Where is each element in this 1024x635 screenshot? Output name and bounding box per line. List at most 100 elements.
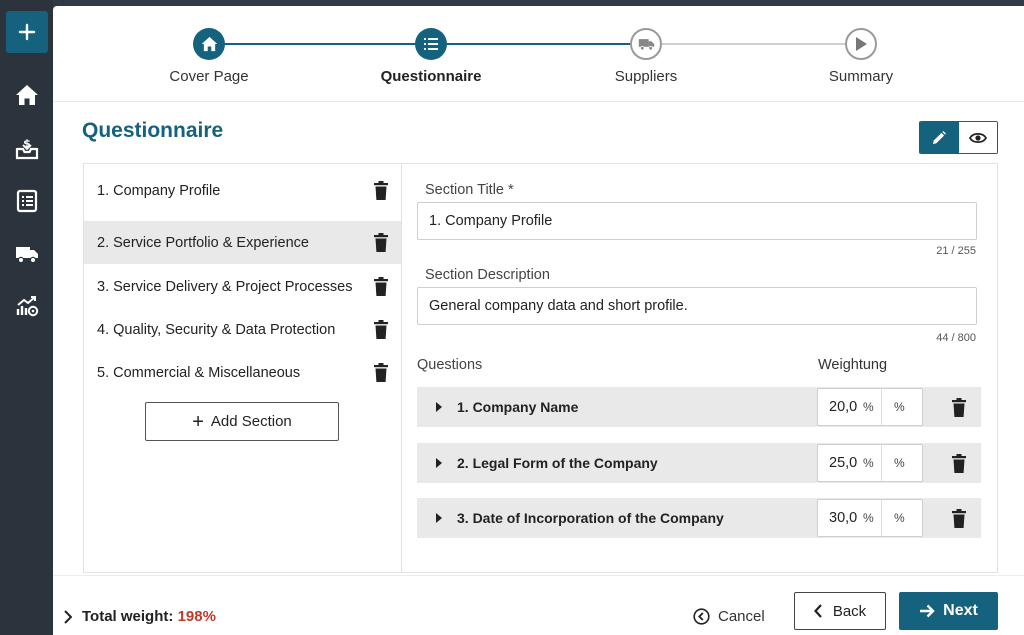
sidebar-item-questionnaires[interactable] — [14, 188, 40, 214]
section-label: 2. Service Portfolio & Experience — [97, 234, 309, 251]
question-row[interactable]: 2. Legal Form of the Company 25,0 % % — [417, 443, 981, 483]
eye-icon — [968, 132, 987, 143]
section-label: 5. Commercial & Miscellaneous — [97, 364, 301, 381]
section-description-label: Section Description — [425, 267, 550, 283]
trash-icon[interactable] — [373, 181, 389, 200]
trash-icon[interactable] — [951, 454, 967, 473]
section-label: 4. Quality, Security & Data Protection — [97, 321, 336, 338]
home-icon — [201, 36, 217, 52]
create-button[interactable] — [6, 11, 48, 53]
edit-mode-button[interactable] — [920, 122, 959, 153]
total-weight[interactable]: Total weight: 198% — [82, 608, 216, 625]
next-button[interactable]: Next — [899, 592, 998, 630]
step-label: Summary — [828, 68, 894, 85]
step-circle — [630, 28, 662, 60]
view-mode-toggle — [919, 121, 998, 154]
arrow-right-icon — [919, 604, 935, 618]
chevron-right-icon[interactable] — [63, 610, 72, 624]
section-item[interactable]: 2. Service Portfolio & Experience — [84, 221, 401, 264]
divider — [881, 389, 882, 425]
wizard-stepper: Cover Page Questionnaire Suppliers Summa… — [53, 6, 1024, 102]
plus-icon: + — [192, 410, 204, 433]
weight-unit: % — [894, 400, 905, 414]
list-icon — [424, 38, 438, 50]
question-row[interactable]: 1. Company Name 20,0 % % — [417, 387, 981, 427]
section-item[interactable]: 5. Commercial & Miscellaneous — [84, 351, 401, 394]
question-row[interactable]: 3. Date of Incorporation of the Company … — [417, 498, 981, 538]
sidebar-item-payments[interactable]: $ — [14, 135, 40, 161]
list-icon — [16, 189, 38, 213]
section-title-counter: 21 / 255 — [936, 245, 976, 257]
next-label: Next — [943, 602, 978, 619]
back-label: Back — [832, 602, 867, 620]
pencil-icon — [933, 130, 947, 144]
sidebar-item-suppliers[interactable] — [14, 241, 40, 267]
main-panel: Cover Page Questionnaire Suppliers Summa… — [53, 6, 1024, 635]
weight-value: 25,0 — [829, 455, 858, 471]
step-label: Questionnaire — [380, 68, 482, 85]
step-summary[interactable]: Summary — [761, 28, 961, 85]
step-suppliers[interactable]: Suppliers — [546, 28, 746, 85]
trash-icon[interactable] — [373, 320, 389, 339]
weight-input[interactable]: 30,0 % % — [817, 499, 923, 537]
chart-settings-icon — [16, 296, 39, 317]
step-questionnaire[interactable]: Questionnaire — [331, 28, 531, 85]
divider — [881, 445, 882, 481]
section-item[interactable]: 3. Service Delivery & Project Processes — [84, 265, 401, 308]
sidebar-item-home[interactable] — [14, 82, 40, 108]
weight-value: 30,0 — [829, 510, 858, 526]
divider — [881, 500, 882, 536]
step-label: Cover Page — [169, 68, 249, 85]
section-item[interactable]: 4. Quality, Security & Data Protection — [84, 308, 401, 351]
step-circle — [193, 28, 225, 60]
inbox-dollar-icon: $ — [15, 137, 39, 160]
section-title-label: Section Title * — [425, 182, 514, 198]
section-label: 1. Company Profile — [97, 182, 221, 199]
total-weight-label: Total weight: — [82, 608, 174, 625]
weight-value: 20,0 — [829, 399, 858, 415]
question-title: 1. Company Name — [457, 399, 579, 415]
footer-bar: Total weight: 198% Cancel Back Next — [53, 575, 1024, 635]
question-title: 2. Legal Form of the Company — [457, 455, 658, 471]
add-section-label: Add Section — [210, 413, 292, 430]
question-title: 3. Date of Incorporation of the Company — [457, 510, 724, 526]
back-button[interactable]: Back — [794, 592, 886, 630]
weight-suffix: % — [863, 400, 874, 414]
cancel-label: Cancel — [718, 607, 765, 625]
weighting-label: Weightung — [818, 357, 888, 373]
weight-unit: % — [894, 511, 905, 525]
step-circle — [415, 28, 447, 60]
section-item[interactable]: 1. Company Profile — [84, 169, 401, 212]
cancel-icon — [693, 607, 710, 625]
weight-input[interactable]: 25,0 % % — [817, 444, 923, 482]
section-title-input[interactable]: 1. Company Profile — [417, 202, 977, 240]
step-cover-page[interactable]: Cover Page — [109, 28, 309, 85]
weight-suffix: % — [863, 511, 874, 525]
preview-mode-button[interactable] — [958, 122, 997, 153]
section-description-counter: 44 / 800 — [936, 332, 976, 344]
sidebar-item-analytics[interactable] — [14, 293, 40, 319]
section-description-input[interactable]: General company data and short profile. — [417, 287, 977, 325]
trash-icon[interactable] — [951, 398, 967, 417]
section-list: 1. Company Profile 2. Service Portfolio … — [83, 163, 401, 573]
section-label: 3. Service Delivery & Project Processes — [97, 278, 353, 295]
expand-caret-icon[interactable] — [436, 513, 442, 523]
sidebar: $ — [0, 0, 53, 635]
step-circle — [845, 28, 877, 60]
cancel-button[interactable]: Cancel — [693, 598, 765, 634]
trash-icon[interactable] — [373, 277, 389, 296]
trash-icon[interactable] — [951, 509, 967, 528]
trash-icon[interactable] — [373, 233, 389, 252]
truck-icon — [638, 39, 654, 51]
weight-suffix: % — [863, 456, 874, 470]
add-section-button[interactable]: + Add Section — [145, 402, 339, 441]
expand-caret-icon[interactable] — [436, 458, 442, 468]
page-title: Questionnaire — [82, 119, 224, 142]
weight-input[interactable]: 20,0 % % — [817, 388, 923, 426]
trash-icon[interactable] — [373, 363, 389, 382]
play-icon — [856, 37, 867, 51]
step-label: Suppliers — [614, 68, 678, 85]
expand-caret-icon[interactable] — [436, 402, 442, 412]
chevron-left-icon — [813, 604, 823, 618]
truck-icon — [16, 247, 38, 264]
